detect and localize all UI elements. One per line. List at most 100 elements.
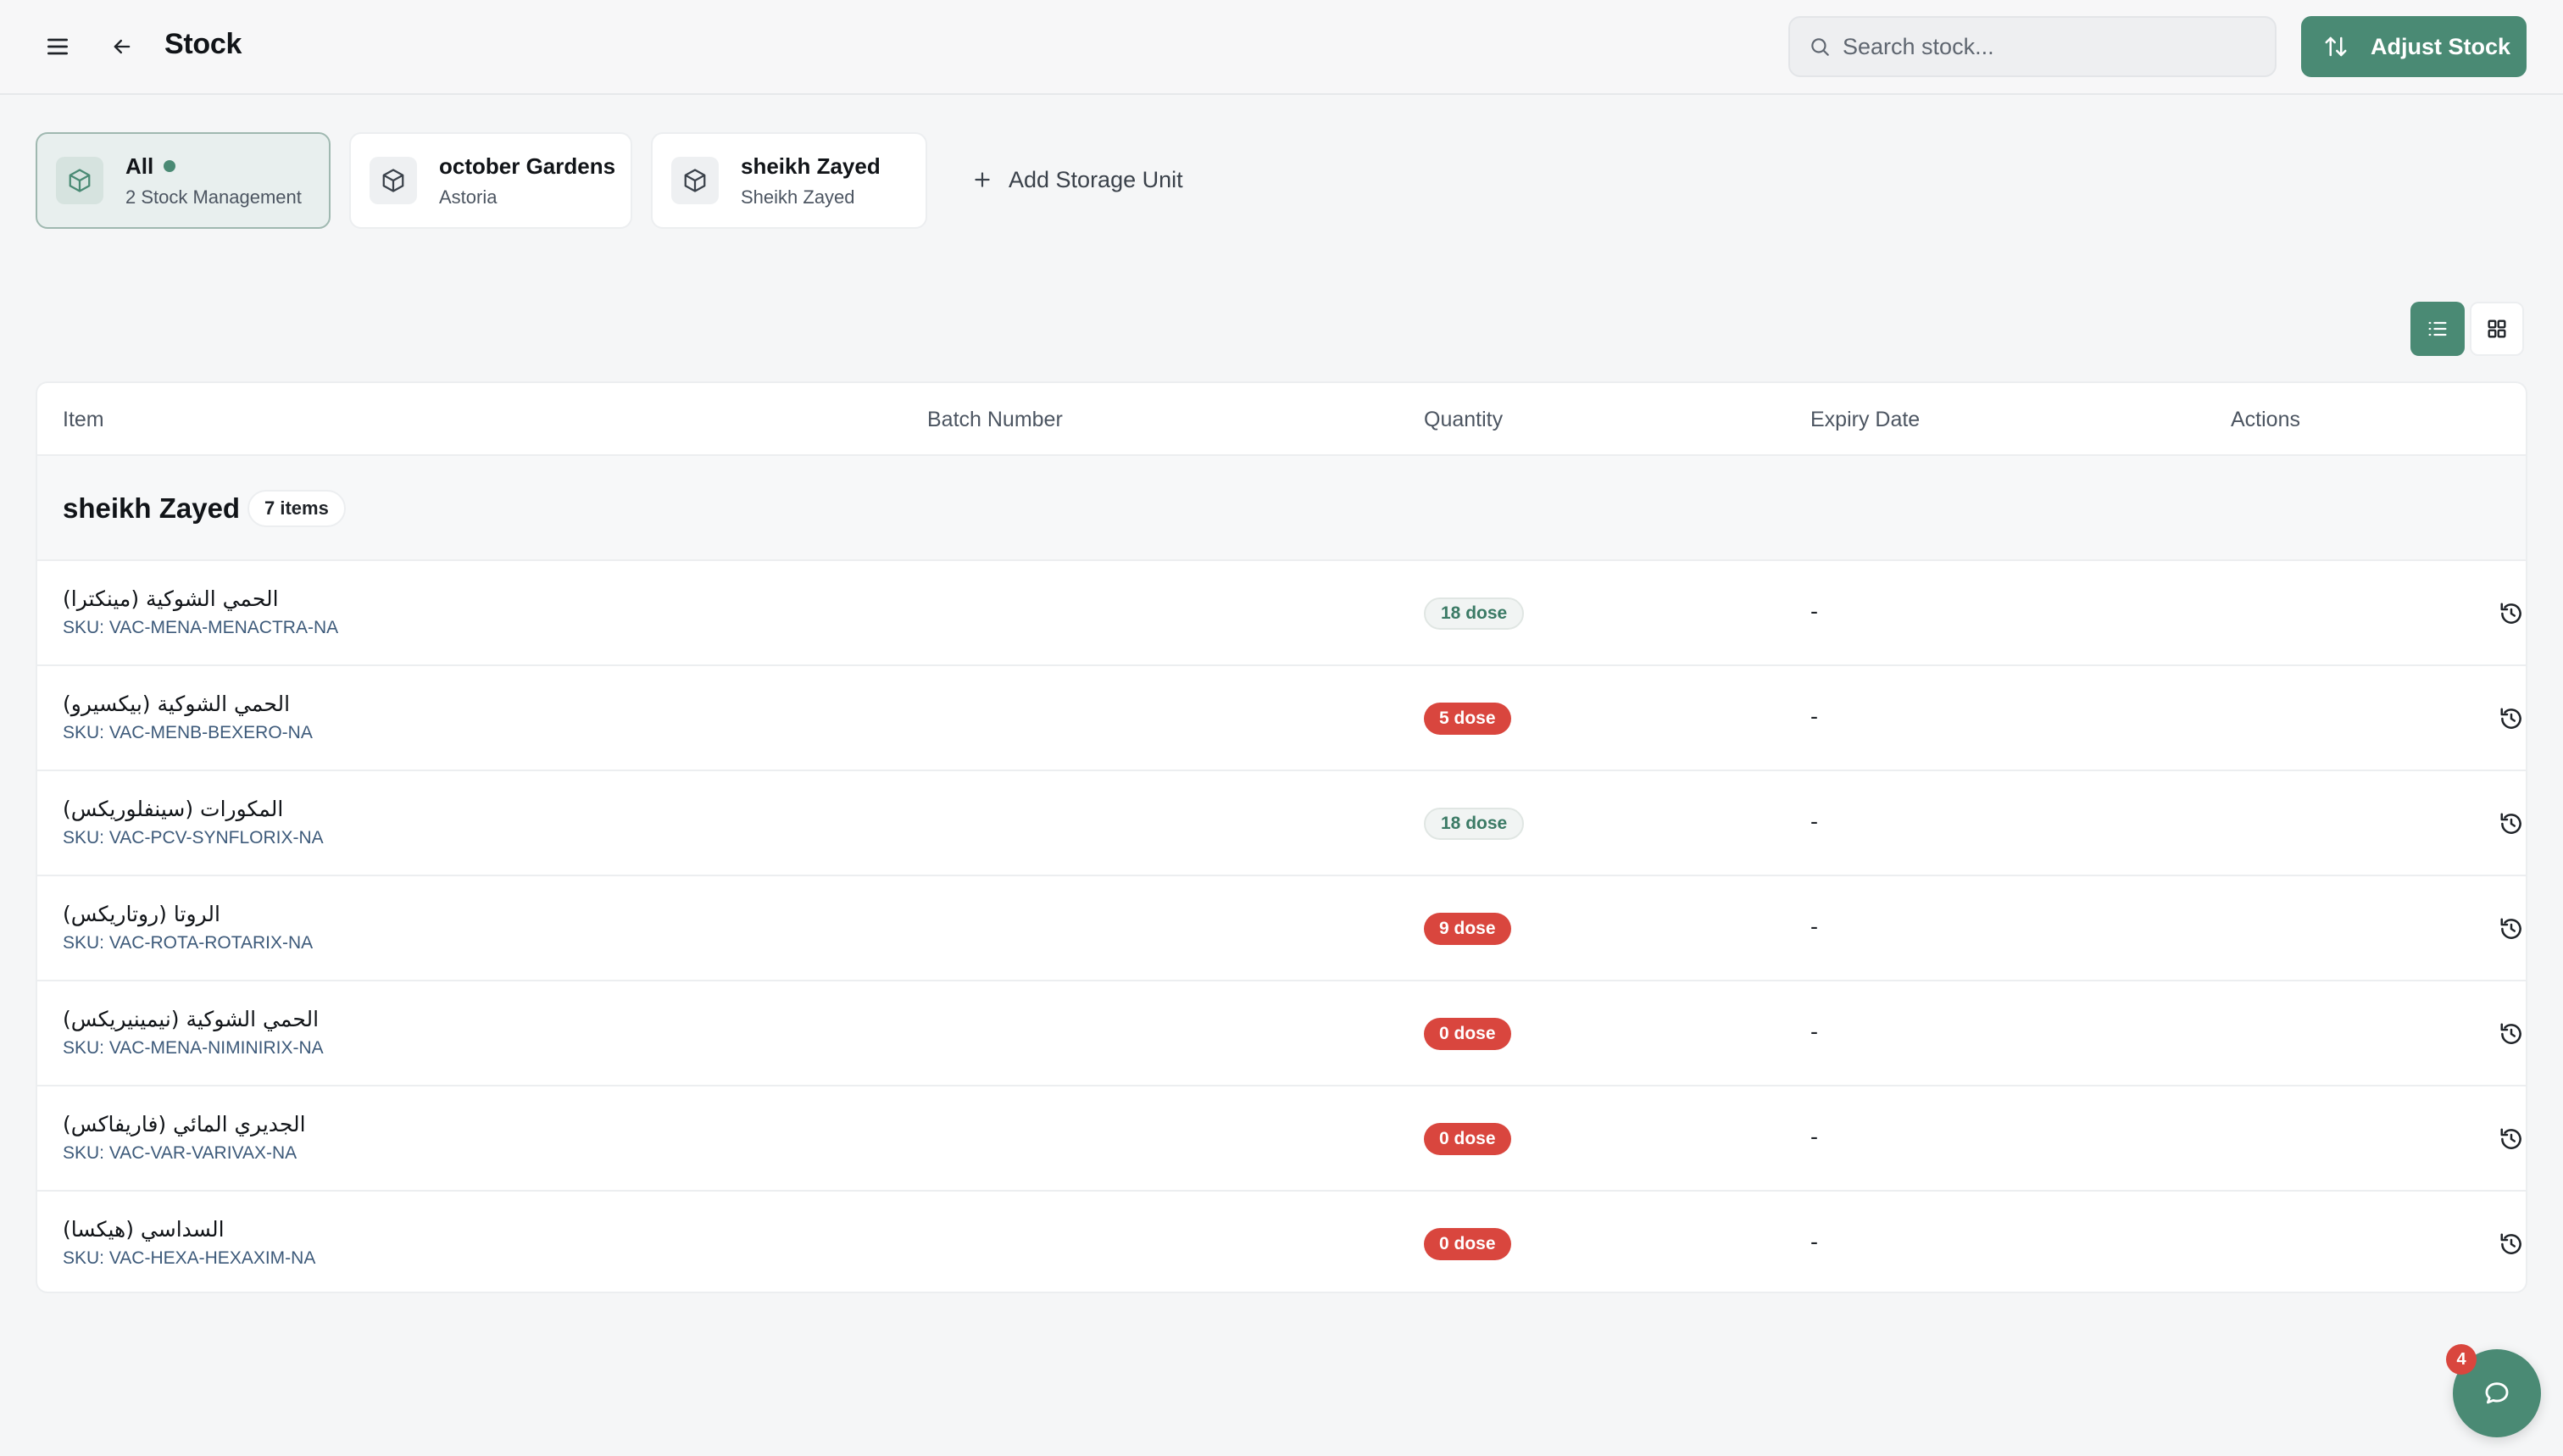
card-title: sheikh Zayed: [741, 153, 881, 179]
expiry-date: -: [1810, 598, 1818, 624]
group-title: sheikh Zayed: [63, 492, 241, 524]
card-icon-wrap: [56, 157, 103, 204]
active-dot: [164, 160, 176, 172]
adjust-stock-button[interactable]: Adjust Stock: [2301, 16, 2527, 77]
column-header-batch: Batch Number: [927, 408, 1063, 431]
table-row: المكورات (سينفلوريكس) SKU: VAC-PCV-SYNFLO…: [37, 771, 2526, 876]
expiry-date: -: [1810, 809, 1818, 834]
item-sku: SKU: VAC-MENA-MENACTRA-NA: [63, 618, 339, 637]
card-subtitle: Sheikh Zayed: [741, 186, 855, 208]
top-bar: Stock Adjust Stock: [0, 0, 2563, 95]
list-icon: [2428, 321, 2447, 336]
page-title: Stock: [164, 28, 242, 60]
card-text: sheikh Zayed Sheikh Zayed: [741, 153, 881, 208]
card-text: october Gardens Astoria: [439, 153, 615, 208]
storage-card-october-gardens[interactable]: october Gardens Astoria: [349, 132, 632, 229]
item-name: الروتا (روتاريكس): [63, 902, 220, 926]
back-button[interactable]: [98, 23, 146, 70]
history-icon: [2500, 603, 2521, 624]
quantity-badge: 18 dose: [1424, 597, 1525, 630]
plus-icon: [975, 172, 990, 187]
expiry-date: -: [1810, 1124, 1818, 1149]
column-header-expiry: Expiry Date: [1810, 408, 1921, 431]
expiry-date: -: [1810, 1229, 1818, 1254]
box-icon: [382, 169, 404, 192]
grid-icon: [2488, 320, 2506, 338]
hamburger-icon: [47, 38, 68, 55]
menu-button[interactable]: [34, 23, 81, 70]
card-title-text: All: [125, 153, 154, 179]
adjust-stock-label: Adjust Stock: [2371, 33, 2511, 59]
history-button[interactable]: [2495, 703, 2526, 735]
history-icon: [2500, 1023, 2521, 1044]
item-name: الجديري المائي (فاريفاكس): [63, 1112, 306, 1136]
search-box[interactable]: [1788, 16, 2277, 77]
box-icon: [69, 169, 91, 192]
item-name: الحمي الشوكية (نيمينيريكس): [63, 1007, 320, 1031]
history-button[interactable]: [2495, 597, 2526, 630]
search-input[interactable]: [1843, 33, 2249, 60]
list-view-button[interactable]: [2410, 302, 2465, 356]
expiry-date: -: [1810, 1019, 1818, 1044]
add-storage-unit-button[interactable]: Add Storage Unit: [971, 161, 1183, 198]
history-icon: [2500, 813, 2521, 834]
quantity-badge: 0 dose: [1424, 1018, 1511, 1050]
table-row: الحمي الشوكية (مينكترا) SKU: VAC-MENA-MEN…: [37, 561, 2526, 666]
item-sku: SKU: VAC-ROTA-ROTARIX-NA: [63, 933, 314, 953]
chat-notification-badge: 4: [2446, 1344, 2477, 1375]
item-sku: SKU: VAC-PCV-SYNFLORIX-NA: [63, 828, 324, 847]
group-count-badge: 7 items: [247, 490, 346, 527]
history-button[interactable]: [2495, 1228, 2526, 1260]
card-subtitle: Astoria: [439, 186, 498, 208]
arrows-up-down-icon: [2325, 36, 2347, 57]
storage-card-all[interactable]: All 2 Stock Management: [36, 132, 331, 229]
stock-table: Item Batch Number Quantity Expiry Date A…: [36, 381, 2527, 1293]
item-name: السداسي (هيكسا): [63, 1217, 225, 1242]
card-icon-wrap: [671, 157, 719, 204]
history-button[interactable]: [2495, 1123, 2526, 1155]
arrow-left-icon: [114, 39, 131, 54]
box-icon: [684, 169, 706, 192]
item-name: الحمي الشوكية (بيكسيرو): [63, 692, 291, 716]
item-name: المكورات (سينفلوريكس): [63, 797, 284, 821]
storage-card-sheikh-zayed[interactable]: sheikh Zayed Sheikh Zayed: [651, 132, 927, 229]
app-window: Stock Adjust Stock All 2 Stock Managemen…: [0, 0, 2563, 1456]
add-storage-unit-label: Add Storage Unit: [1009, 166, 1183, 192]
table-row: الحمي الشوكية (نيمينيريكس) SKU: VAC-MENA-…: [37, 981, 2526, 1086]
column-header-quantity: Quantity: [1424, 408, 1504, 431]
search-icon: [1811, 38, 1829, 56]
card-title: october Gardens: [439, 153, 616, 179]
table-row: الجديري المائي (فاريفاكس) SKU: VAC-VAR-VA…: [37, 1086, 2526, 1192]
table-row: السداسي (هيكسا) SKU: VAC-HEXA-HEXAXIM-NA 0…: [37, 1192, 2526, 1292]
history-button[interactable]: [2495, 1018, 2526, 1050]
quantity-badge: 0 dose: [1424, 1228, 1511, 1260]
item-sku: SKU: VAC-HEXA-HEXAXIM-NA: [63, 1248, 316, 1268]
card-text: All 2 Stock Management: [125, 153, 302, 208]
quantity-badge: 18 dose: [1424, 808, 1525, 840]
item-sku: SKU: VAC-VAR-VARIVAX-NA: [63, 1143, 297, 1163]
table-row: الحمي الشوكية (بيكسيرو) SKU: VAC-MENB-BEX…: [37, 666, 2526, 771]
item-name: الحمي الشوكية (مينكترا): [63, 586, 279, 611]
column-header-actions: Actions: [2231, 408, 2300, 431]
table-header: Item Batch Number Quantity Expiry Date A…: [37, 383, 2526, 456]
group-header: sheikh Zayed 7 items: [37, 456, 2526, 561]
history-button[interactable]: [2495, 808, 2526, 840]
expiry-date: -: [1810, 914, 1818, 939]
column-header-item: Item: [63, 408, 104, 431]
card-subtitle: 2 Stock Management: [125, 186, 302, 208]
item-sku: SKU: VAC-MENB-BEXERO-NA: [63, 723, 313, 742]
table-row: الروتا (روتاريكس) SKU: VAC-ROTA-ROTARIX-N…: [37, 876, 2526, 981]
history-icon: [2500, 1233, 2521, 1254]
history-icon: [2500, 708, 2521, 729]
quantity-badge: 9 dose: [1424, 913, 1511, 945]
card-icon-wrap: [370, 157, 417, 204]
item-sku: SKU: VAC-MENA-NIMINIRIX-NA: [63, 1038, 324, 1058]
grid-view-button[interactable]: [2470, 302, 2524, 356]
card-title: All: [125, 153, 302, 180]
quantity-badge: 0 dose: [1424, 1123, 1511, 1155]
expiry-date: -: [1810, 703, 1818, 729]
chat-bubble-icon: [2485, 1382, 2509, 1404]
history-icon: [2500, 1128, 2521, 1149]
history-icon: [2500, 918, 2521, 939]
history-button[interactable]: [2495, 913, 2526, 945]
